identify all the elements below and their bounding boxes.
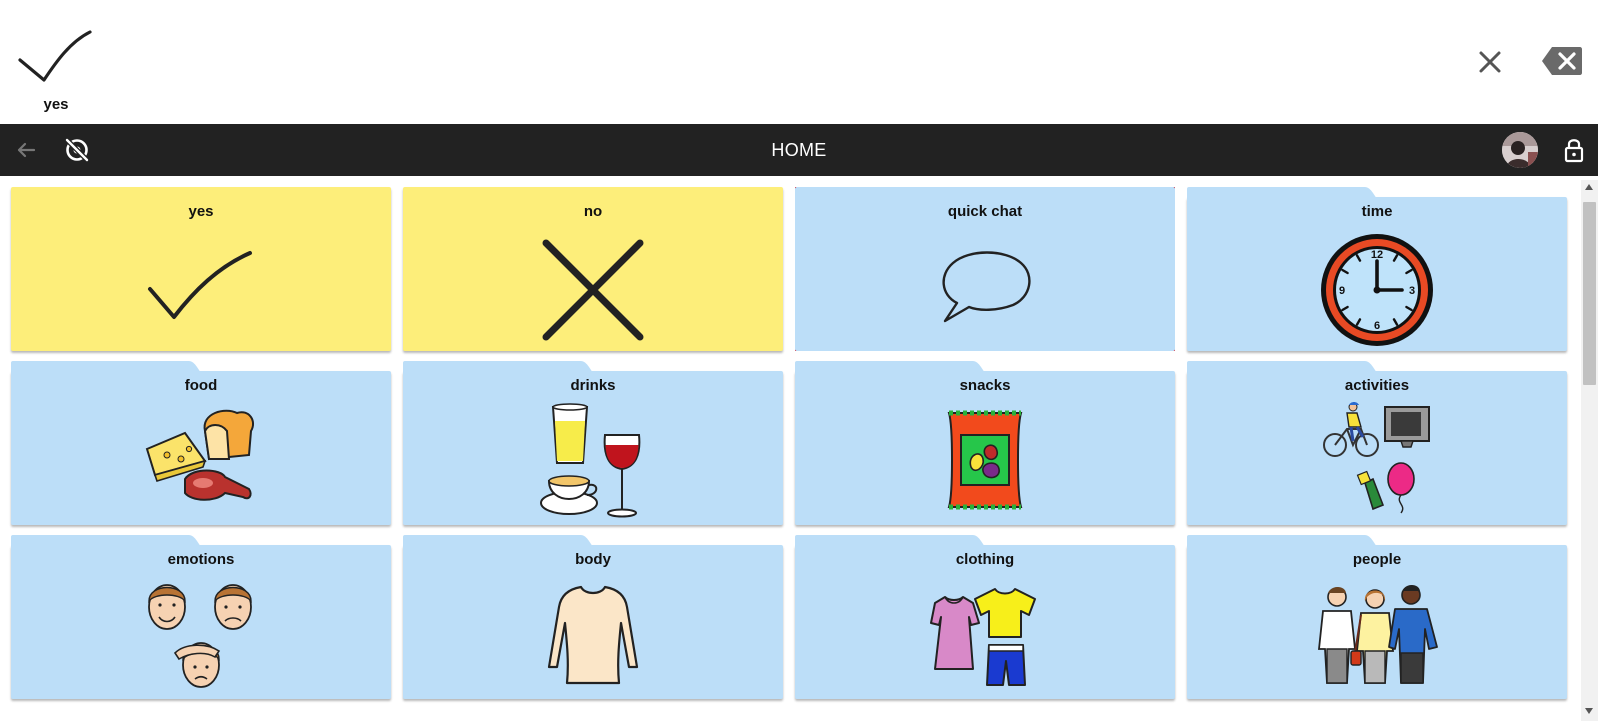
user-avatar[interactable] (1502, 132, 1538, 168)
tile-label: food (184, 377, 218, 394)
tile-label: emotions (167, 551, 235, 568)
cross-icon (538, 235, 648, 350)
people-icon (1313, 583, 1441, 692)
tile-label: people (1352, 551, 1402, 568)
tile-body[interactable]: body (403, 535, 783, 699)
tile-emotions[interactable]: emotions (11, 535, 391, 699)
tile-label: activities (1344, 377, 1410, 394)
tile-no[interactable]: no (403, 187, 783, 351)
svg-text:6: 6 (1374, 320, 1380, 332)
symbol-grid: yes no quick chat time 12 3 6 9 food dri… (0, 176, 1580, 721)
activities-icon (1321, 401, 1433, 520)
tile-label: no (583, 203, 603, 220)
scroll-down-arrow-icon[interactable] (1585, 708, 1593, 714)
tile-label: yes (188, 203, 214, 220)
tile-people[interactable]: people (1187, 535, 1567, 699)
emotions-icon (145, 581, 257, 698)
tile-activities[interactable]: activities (1187, 361, 1567, 525)
avatar-icon (1502, 132, 1538, 168)
svg-text:3: 3 (1409, 285, 1415, 297)
tile-snacks[interactable]: snacks (795, 361, 1175, 525)
lock-button[interactable] (1563, 137, 1585, 163)
message-symbol-label: yes (43, 96, 69, 113)
scroll-up-arrow-icon[interactable] (1585, 184, 1593, 190)
clear-message-button[interactable] (1472, 44, 1508, 80)
tile-label: clothing (955, 551, 1015, 568)
tile-clothing[interactable]: clothing (795, 535, 1175, 699)
back-button[interactable] (14, 138, 38, 162)
tile-label: time (1361, 203, 1393, 220)
backspace-button[interactable] (1542, 46, 1582, 76)
speech-bubble-icon (935, 249, 1035, 330)
message-bar: yes (0, 0, 1598, 124)
tile-yes[interactable]: yes (11, 187, 391, 351)
lock-icon (1564, 139, 1584, 163)
tile-label: quick chat (947, 203, 1023, 220)
tile-label: snacks (959, 377, 1011, 394)
tile-label: drinks (570, 377, 616, 394)
tile-drinks[interactable]: drinks (403, 361, 783, 525)
drinks-icon (539, 403, 647, 524)
message-symbol-yes[interactable]: yes (10, 12, 102, 118)
checkmark-icon (146, 247, 256, 332)
checkmark-icon (18, 30, 92, 82)
svg-text:9: 9 (1339, 285, 1345, 297)
tile-food[interactable]: food (11, 361, 391, 525)
clock-icon: 12 3 6 9 (1318, 231, 1436, 354)
tile-label: body (575, 551, 611, 568)
grid-scrollbar[interactable] (1581, 180, 1598, 721)
tile-time[interactable]: time 12 3 6 9 (1187, 187, 1567, 351)
snacks-icon (945, 407, 1025, 518)
navigation-bar: HOME (0, 124, 1598, 176)
scan-off-icon (65, 138, 89, 162)
tile-quick-chat[interactable]: quick chat (795, 187, 1175, 351)
arrow-left-icon (17, 142, 36, 158)
backspace-icon (1542, 47, 1582, 75)
body-icon (545, 583, 641, 692)
food-icon (145, 403, 257, 512)
clothing-icon (929, 583, 1041, 694)
scan-toggle-button[interactable] (64, 137, 90, 163)
scroll-thumb[interactable] (1583, 202, 1596, 385)
close-icon (1479, 51, 1501, 73)
board-title: HOME (771, 140, 827, 160)
